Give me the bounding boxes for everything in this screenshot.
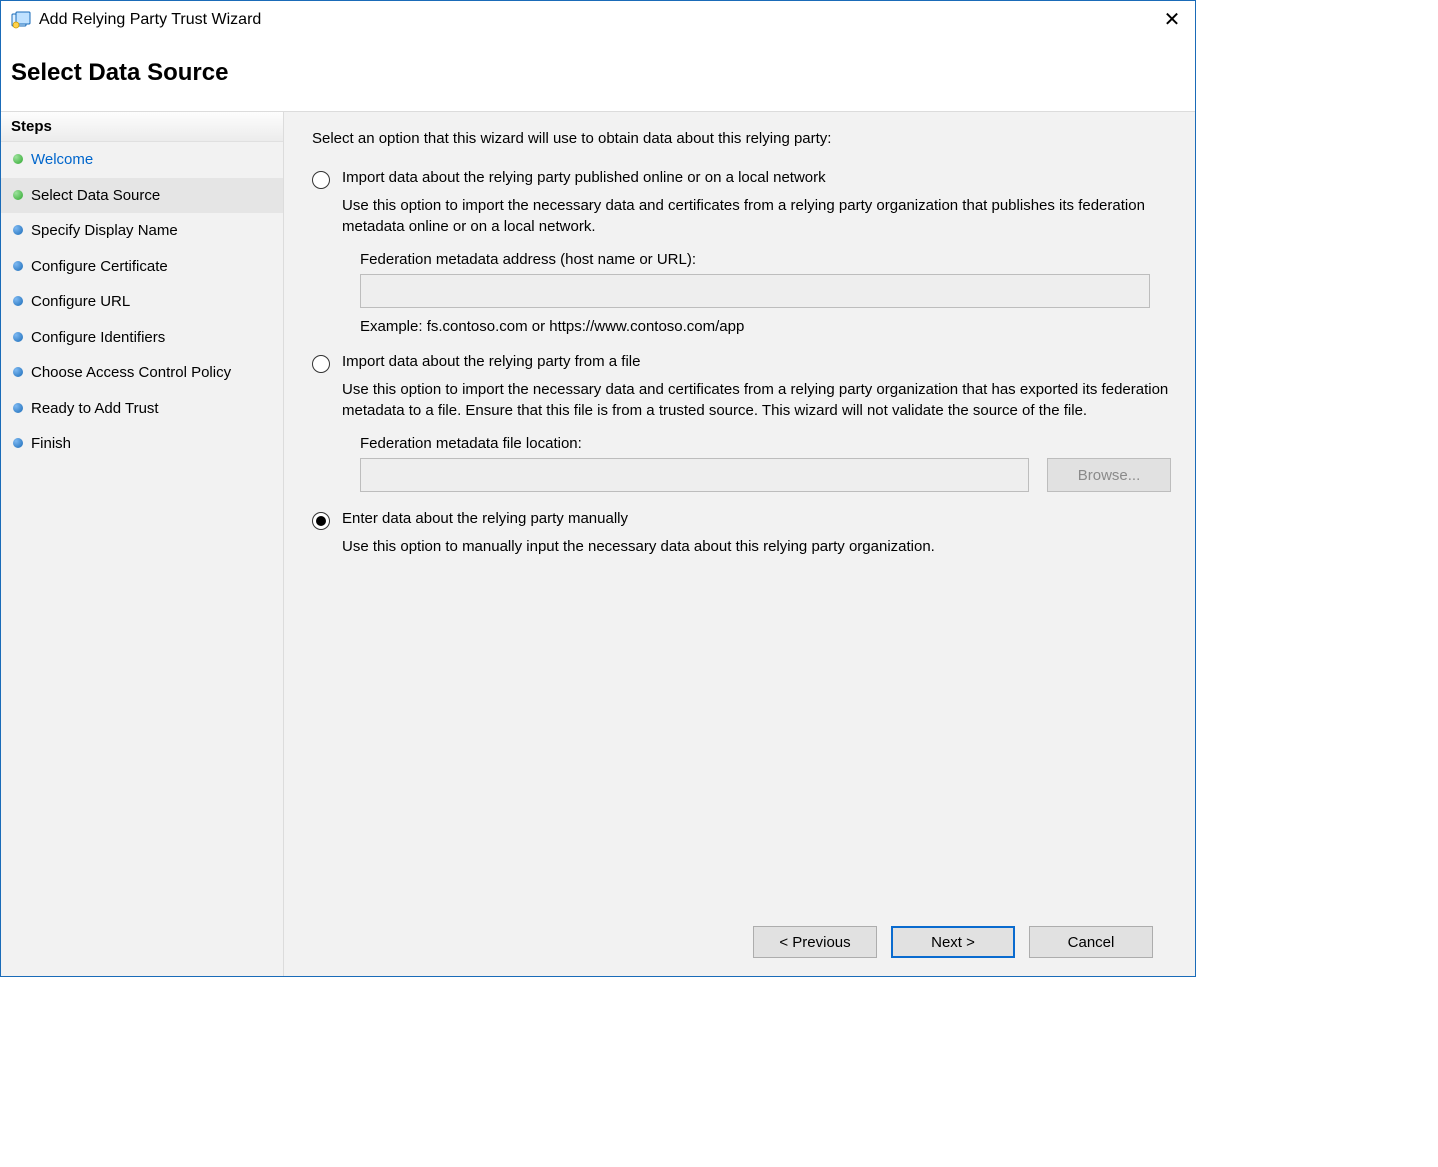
option-manual: Enter data about the relying party manua… <box>312 510 1171 530</box>
step-welcome-link[interactable]: Welcome <box>31 151 93 168</box>
intro-text: Select an option that this wizard will u… <box>312 130 1171 147</box>
page-header: Select Data Source <box>1 39 1195 111</box>
browse-button[interactable]: Browse... <box>1047 458 1171 492</box>
step-configure-url[interactable]: Configure URL <box>1 284 283 320</box>
option-import-online: Import data about the relying party publ… <box>312 169 1171 189</box>
step-label: Configure Certificate <box>31 258 168 275</box>
step-configure-certificate[interactable]: Configure Certificate <box>1 249 283 285</box>
radio-manual[interactable] <box>312 512 330 530</box>
option-import-online-label[interactable]: Import data about the relying party publ… <box>342 169 826 186</box>
step-label: Specify Display Name <box>31 222 178 239</box>
step-label: Configure Identifiers <box>31 329 165 346</box>
step-choose-access-control-policy[interactable]: Choose Access Control Policy <box>1 355 283 391</box>
step-ready-to-add-trust[interactable]: Ready to Add Trust <box>1 391 283 427</box>
window-title: Add Relying Party Trust Wizard <box>39 11 1159 29</box>
step-label: Configure URL <box>31 293 130 310</box>
step-configure-identifiers[interactable]: Configure Identifiers <box>1 320 283 356</box>
step-label: Ready to Add Trust <box>31 400 159 417</box>
radio-import-online[interactable] <box>312 171 330 189</box>
metadata-address-block: Federation metadata address (host name o… <box>360 251 1171 335</box>
step-label: Choose Access Control Policy <box>31 364 231 381</box>
close-icon[interactable]: ✕ <box>1159 10 1185 30</box>
steps-header: Steps <box>1 112 283 142</box>
steps-sidebar: Steps Welcome Select Data Source Specify… <box>1 111 283 976</box>
option-manual-desc: Use this option to manually input the ne… <box>342 536 1171 557</box>
wizard-body: Steps Welcome Select Data Source Specify… <box>1 111 1195 976</box>
metadata-address-input[interactable] <box>360 274 1150 308</box>
radio-import-file[interactable] <box>312 355 330 373</box>
main-panel: Select an option that this wizard will u… <box>283 111 1195 976</box>
previous-button[interactable]: < Previous <box>753 926 877 958</box>
step-welcome[interactable]: Welcome <box>1 142 283 178</box>
step-label: Finish <box>31 435 71 452</box>
option-import-online-desc: Use this option to import the necessary … <box>342 195 1171 237</box>
metadata-address-example: Example: fs.contoso.com or https://www.c… <box>360 318 1171 335</box>
metadata-file-block: Federation metadata file location: Brows… <box>360 435 1171 492</box>
cancel-button[interactable]: Cancel <box>1029 926 1153 958</box>
option-import-file-desc: Use this option to import the necessary … <box>342 379 1171 421</box>
page-title: Select Data Source <box>11 59 1185 87</box>
option-manual-label[interactable]: Enter data about the relying party manua… <box>342 510 628 527</box>
option-import-file-label[interactable]: Import data about the relying party from… <box>342 353 640 370</box>
titlebar: Add Relying Party Trust Wizard ✕ <box>1 1 1195 39</box>
metadata-file-label: Federation metadata file location: <box>360 435 1171 452</box>
option-import-file: Import data about the relying party from… <box>312 353 1171 373</box>
step-select-data-source[interactable]: Select Data Source <box>1 178 283 214</box>
wizard-window: Add Relying Party Trust Wizard ✕ Select … <box>0 0 1196 977</box>
next-button[interactable]: Next > <box>891 926 1015 958</box>
metadata-address-label: Federation metadata address (host name o… <box>360 251 1171 268</box>
wizard-icon <box>11 10 31 30</box>
step-label: Select Data Source <box>31 187 160 204</box>
metadata-file-input[interactable] <box>360 458 1029 492</box>
step-specify-display-name[interactable]: Specify Display Name <box>1 213 283 249</box>
content-area: Select an option that this wizard will u… <box>312 130 1171 912</box>
step-finish[interactable]: Finish <box>1 426 283 462</box>
wizard-footer: < Previous Next > Cancel <box>312 912 1171 976</box>
